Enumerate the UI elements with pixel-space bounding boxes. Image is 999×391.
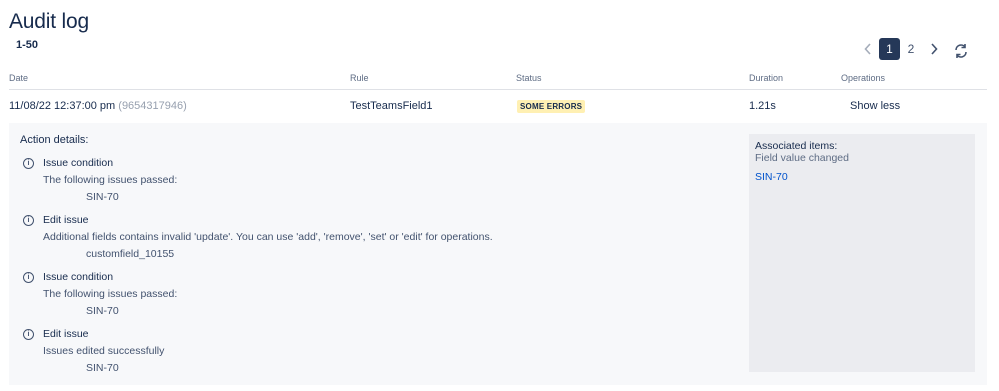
row-date: 11/08/22 12:37:00 pm (9654317946) <box>9 100 187 112</box>
column-status: Status <box>516 73 542 83</box>
action-issue: SIN-70 <box>86 191 119 203</box>
row-duration: 1.21s <box>749 100 776 112</box>
table-row: 11/08/22 12:37:00 pm (9654317946) TestTe… <box>0 91 999 123</box>
result-range: 1-50 <box>16 39 39 51</box>
info-icon: i <box>23 329 34 340</box>
action-title: Issue condition <box>43 271 114 283</box>
action-details-title: Action details: <box>20 134 89 146</box>
page-1-button[interactable]: 1 <box>879 38 900 60</box>
action-description: The following issues passed: <box>43 288 178 300</box>
page-2-button[interactable]: 2 <box>903 38 919 60</box>
show-less-link[interactable]: Show less <box>850 100 900 112</box>
action-description: The following issues passed: <box>43 174 178 186</box>
chevron-left-icon[interactable] <box>861 39 875 59</box>
associated-items-title: Associated items: <box>755 140 838 152</box>
action-issue: SIN-70 <box>86 305 119 317</box>
row-execution-id: (9654317946) <box>118 100 187 112</box>
associated-issue-link[interactable]: SIN-70 <box>755 171 788 183</box>
action-title: Edit issue <box>43 328 89 340</box>
action-title: Edit issue <box>43 214 89 226</box>
refresh-icon[interactable] <box>952 42 970 60</box>
associated-items-panel: Associated items: Field value changed SI… <box>749 134 975 372</box>
column-duration: Duration <box>749 73 784 83</box>
action-issue: customfield_10155 <box>86 248 175 260</box>
column-rule: Rule <box>350 73 369 83</box>
action-description: Additional fields contains invalid 'upda… <box>43 231 493 243</box>
chevron-right-icon[interactable] <box>927 39 941 59</box>
associated-items-subtitle: Field value changed <box>755 152 849 164</box>
row-date-value: 11/08/22 12:37:00 pm <box>9 100 116 112</box>
page-title: Audit log <box>9 10 89 33</box>
column-operations: Operations <box>841 73 886 83</box>
table-header: Date Rule Status Duration Operations <box>9 73 987 90</box>
action-issue: SIN-70 <box>86 362 119 374</box>
info-icon: i <box>23 215 34 226</box>
info-icon: i <box>23 158 34 169</box>
row-rule: TestTeamsField1 <box>350 100 433 112</box>
status-badge: SOME ERRORS <box>517 100 586 113</box>
info-icon: i <box>23 272 34 283</box>
action-title: Issue condition <box>43 157 114 169</box>
column-date: Date <box>9 73 29 83</box>
action-details-panel: Action details: i Issue condition The fo… <box>9 123 987 385</box>
action-description: Issues edited successfully <box>43 345 165 357</box>
